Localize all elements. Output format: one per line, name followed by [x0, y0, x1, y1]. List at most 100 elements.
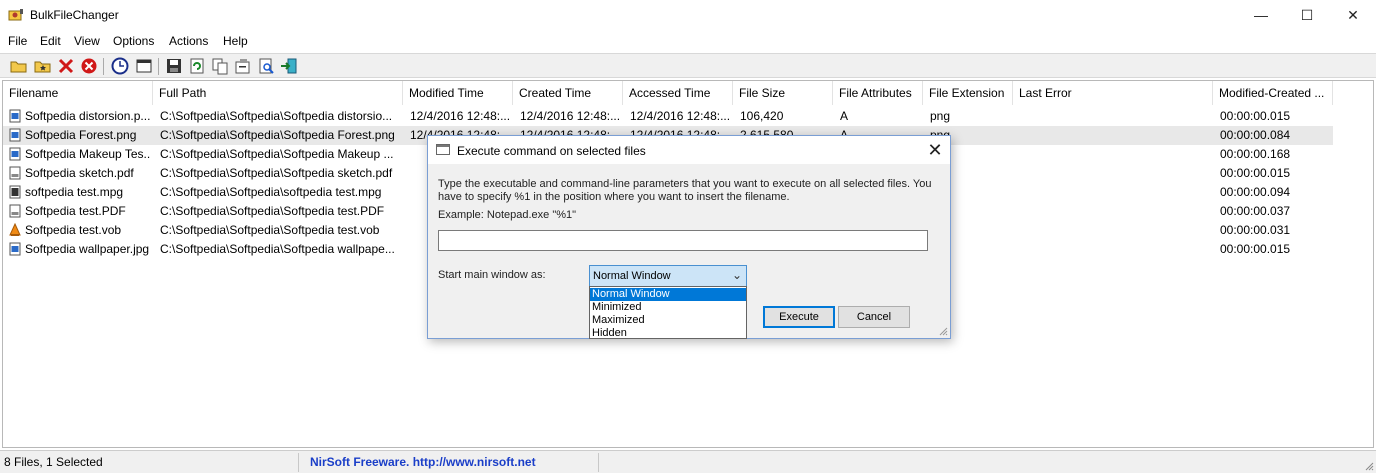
start-window-select[interactable]: Normal Window ⌄	[589, 265, 747, 287]
cell-diff: 00:00:00.168	[1220, 147, 1291, 161]
menu-actions[interactable]: Actions	[169, 34, 208, 48]
cell-size: 106,420	[740, 109, 784, 123]
maximize-icon: ☐	[1300, 6, 1314, 23]
delete-icon[interactable]	[57, 57, 75, 75]
find-icon[interactable]	[257, 57, 275, 75]
command-input[interactable]	[438, 230, 928, 251]
dropdown-option-normal-window[interactable]: Normal Window	[590, 288, 746, 301]
dialog-instruction-line-2: have to specify %1 in the position where…	[438, 191, 790, 203]
menu-edit[interactable]: Edit	[40, 34, 61, 48]
chevron-down-icon: ⌄	[731, 268, 742, 282]
cell-accessed: 12/4/2016 12:48:...	[630, 109, 730, 123]
table-row[interactable]: Softpedia distorsion.p... C:\Softpedia\So…	[3, 107, 1333, 126]
start-window-label: Start main window as:	[438, 269, 546, 281]
cell-diff: 00:00:00.037	[1220, 204, 1291, 218]
menu-view[interactable]: View	[74, 34, 100, 48]
status-bar: 8 Files, 1 Selected NirSoft Freeware. ht…	[0, 450, 1376, 473]
start-window-selected-value: Normal Window	[593, 270, 671, 282]
cell-diff: 00:00:00.031	[1220, 223, 1291, 237]
vlc-file-icon	[9, 223, 21, 236]
image-file-icon	[9, 109, 21, 123]
column-header-filename[interactable]: Filename	[3, 81, 153, 105]
cell-diff: 00:00:00.015	[1220, 109, 1291, 123]
refresh-icon[interactable]	[188, 57, 206, 75]
dialog-window-icon	[436, 144, 450, 155]
cell-path: C:\Softpedia\Softpedia\softpedia test.mp…	[160, 185, 382, 199]
close-icon: ✕	[1347, 6, 1359, 23]
minimize-button[interactable]: —	[1238, 0, 1284, 30]
menu-options[interactable]: Options	[113, 34, 154, 48]
cell-path: C:\Softpedia\Softpedia\Softpedia Makeup …	[160, 147, 394, 161]
column-header-modified-time[interactable]: Modified Time	[403, 81, 513, 105]
minimize-icon: —	[1254, 7, 1268, 23]
cell-path: C:\Softpedia\Softpedia\Softpedia sketch.…	[160, 166, 393, 180]
column-header-full-path[interactable]: Full Path	[153, 81, 403, 105]
column-header-file-extension[interactable]: File Extension	[923, 81, 1013, 105]
cell-created: 12/4/2016 12:48:...	[520, 109, 620, 123]
cell-extension: png	[930, 109, 951, 123]
column-header-created-time[interactable]: Created Time	[513, 81, 623, 105]
dialog-example-text: Example: Notepad.exe "%1"	[438, 209, 577, 221]
dialog-resize-grip-icon[interactable]	[938, 326, 948, 336]
status-separator	[598, 453, 599, 472]
dialog-title-bar: Execute command on selected files ✕	[428, 136, 950, 164]
open-folder-icon[interactable]	[10, 57, 28, 75]
dropdown-option-maximized[interactable]: Maximized	[590, 314, 746, 327]
dialog-close-button[interactable]: ✕	[924, 139, 946, 161]
status-separator	[298, 453, 299, 472]
maximize-button[interactable]: ☐	[1284, 0, 1330, 30]
dropdown-option-hidden[interactable]: Hidden	[590, 327, 746, 340]
save-icon[interactable]	[165, 57, 183, 75]
column-header-accessed-time[interactable]: Accessed Time	[623, 81, 733, 105]
pdf-file-icon	[9, 166, 21, 180]
column-header-file-attributes[interactable]: File Attributes	[833, 81, 923, 105]
cell-path: C:\Softpedia\Softpedia\Softpedia Forest.…	[160, 128, 395, 142]
cell-filename: Softpedia sketch.pdf	[25, 166, 134, 180]
cell-path: C:\Softpedia\Softpedia\Softpedia test.PD…	[160, 204, 385, 218]
cell-path: C:\Softpedia\Softpedia\Softpedia wallpap…	[160, 242, 395, 256]
cell-diff: 00:00:00.015	[1220, 166, 1291, 180]
cell-diff: 00:00:00.015	[1220, 242, 1291, 256]
column-header-last-error[interactable]: Last Error	[1013, 81, 1213, 105]
close-button[interactable]: ✕	[1330, 0, 1376, 30]
properties-icon[interactable]	[234, 57, 252, 75]
toolbar-separator	[103, 58, 104, 75]
video-file-icon	[9, 185, 21, 199]
toolbar-separator	[158, 58, 159, 75]
exit-icon[interactable]	[280, 57, 298, 75]
cell-filename: Softpedia Forest.png	[25, 128, 137, 142]
toolbar	[0, 53, 1376, 78]
add-files-icon[interactable]	[34, 57, 52, 75]
cell-path: C:\Softpedia\Softpedia\Softpedia distors…	[160, 109, 393, 123]
execute-command-dialog: Execute command on selected files ✕ Type…	[427, 135, 951, 339]
clock-icon[interactable]	[111, 57, 129, 75]
cell-filename: Softpedia test.vob	[25, 223, 122, 237]
title-bar: BulkFileChanger — ☐ ✕	[0, 0, 1376, 30]
cell-filename: softpedia test.mpg	[25, 185, 124, 199]
column-header-file-size[interactable]: File Size	[733, 81, 833, 105]
app-icon	[8, 9, 23, 21]
cell-path: C:\Softpedia\Softpedia\Softpedia test.vo…	[160, 223, 380, 237]
menu-file[interactable]: File	[8, 34, 27, 48]
window-icon[interactable]	[135, 57, 153, 75]
cell-filename: Softpedia wallpaper.jpg	[25, 242, 150, 256]
dropdown-option-minimized[interactable]: Minimized	[590, 301, 746, 314]
resize-grip-icon[interactable]	[1364, 461, 1374, 471]
cancel-button[interactable]: Cancel	[838, 306, 910, 328]
cell-attributes: A	[840, 109, 849, 123]
menu-bar: File Edit View Options Actions Help	[0, 31, 1376, 51]
dialog-title: Execute command on selected files	[457, 144, 646, 158]
column-header-modified-created[interactable]: Modified-Created ...	[1213, 81, 1333, 105]
execute-button[interactable]: Execute	[763, 306, 835, 328]
cell-filename: Softpedia test.PDF	[25, 204, 126, 218]
cell-diff: 00:00:00.094	[1220, 185, 1291, 199]
copy-icon[interactable]	[211, 57, 229, 75]
image-file-icon	[9, 128, 21, 142]
menu-help[interactable]: Help	[223, 34, 248, 48]
clear-icon[interactable]	[80, 57, 98, 75]
cell-filename: Softpedia distorsion.p...	[25, 109, 151, 123]
cell-modified: 12/4/2016 12:48:...	[410, 109, 510, 123]
status-freeware-link[interactable]: NirSoft Freeware. http://www.nirsoft.net	[310, 455, 536, 469]
start-window-dropdown: Normal Window Minimized Maximized Hidden	[589, 286, 747, 339]
image-file-icon	[9, 242, 21, 256]
